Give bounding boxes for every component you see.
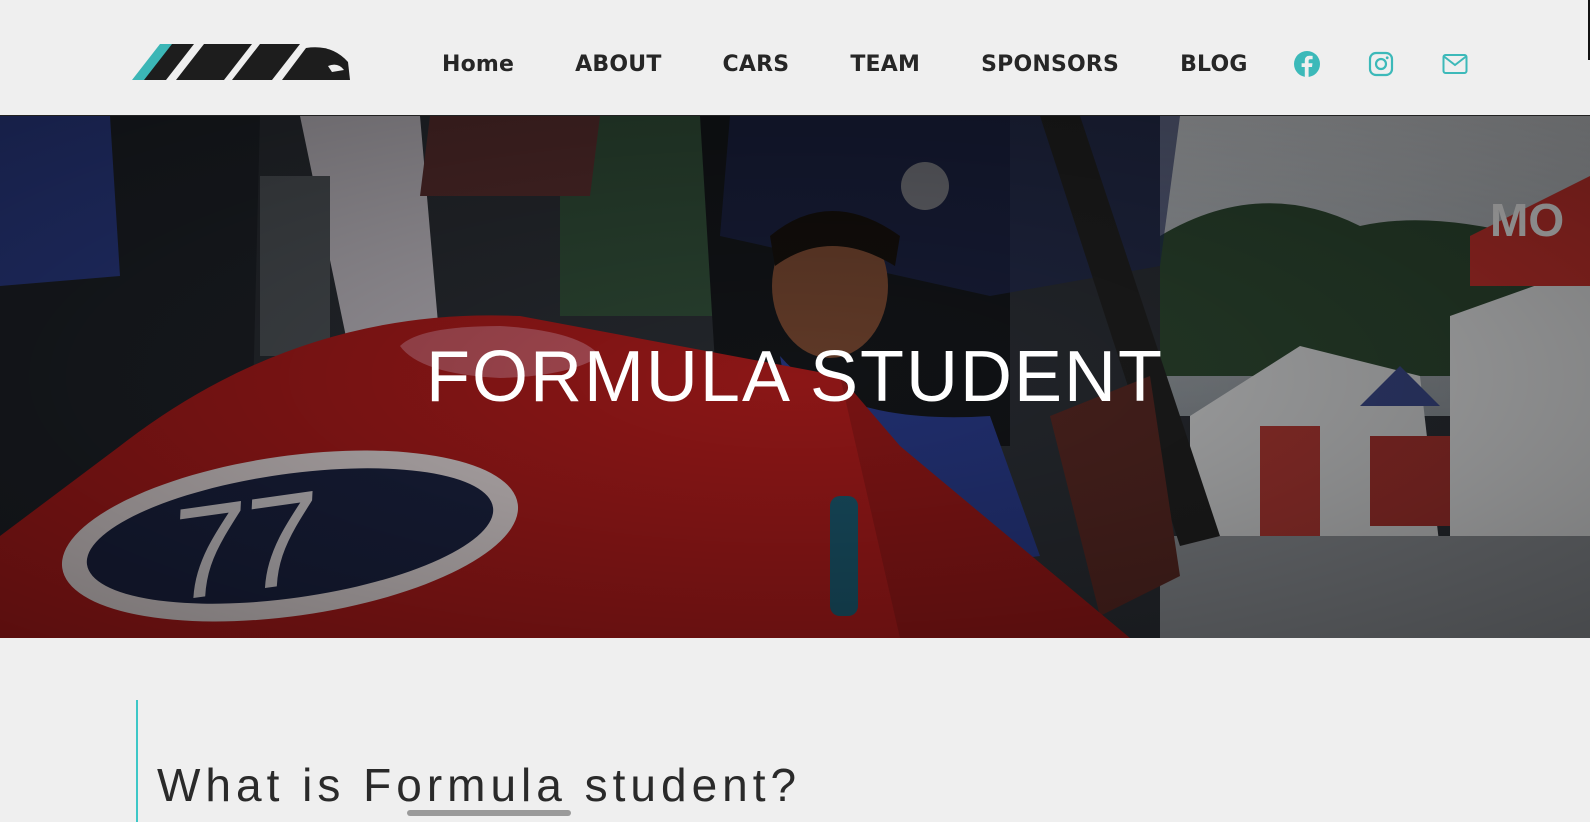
nav-team[interactable]: TEAM — [850, 52, 920, 77]
nav-home[interactable]: Home — [442, 52, 514, 77]
section-title: What is Formula student? — [157, 759, 802, 811]
hero-banner: MO 77 FORMULA ST — [0, 116, 1590, 638]
site-header: Home ABOUT CARS TEAM SPONSORS BLOG — [0, 0, 1590, 116]
team-logo[interactable] — [132, 44, 354, 82]
hero-title: FORMULA STUDENT — [425, 337, 1165, 417]
nav-blog[interactable]: BLOG — [1180, 52, 1248, 77]
instagram-icon[interactable] — [1366, 49, 1396, 79]
title-underline — [407, 810, 571, 816]
facebook-icon[interactable] — [1292, 49, 1322, 79]
nav-about[interactable]: ABOUT — [575, 52, 661, 77]
main-nav: Home ABOUT CARS TEAM SPONSORS BLOG — [442, 46, 1248, 82]
nav-sponsors[interactable]: SPONSORS — [981, 52, 1119, 77]
nav-cars[interactable]: CARS — [723, 52, 790, 77]
mail-icon[interactable] — [1440, 49, 1470, 79]
social-links — [1292, 49, 1470, 79]
section-accent-bar — [136, 700, 138, 822]
